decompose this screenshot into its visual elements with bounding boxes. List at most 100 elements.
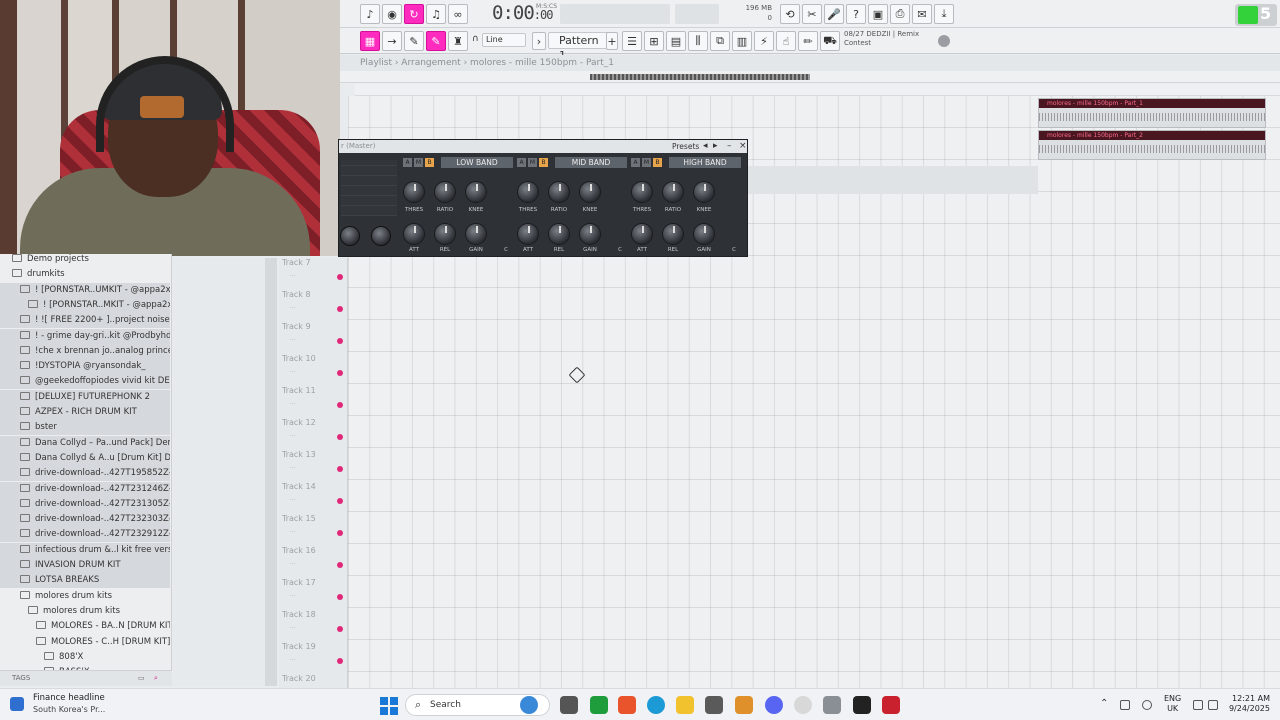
settings-icon[interactable] bbox=[823, 696, 841, 714]
close-icon[interactable]: × bbox=[739, 141, 747, 152]
wait-record-icon[interactable]: ◉ bbox=[382, 4, 402, 24]
browser-item[interactable]: @geekedoffopiodes vivid kit DEMO bbox=[0, 374, 170, 390]
band-mode-button[interactable]: B bbox=[539, 158, 548, 167]
input-knob[interactable] bbox=[340, 226, 360, 246]
windows-start-icon[interactable] bbox=[380, 697, 398, 715]
track-active-dot[interactable] bbox=[337, 594, 343, 600]
browser-item[interactable]: drive-download-..427T232303Z-001 bbox=[0, 512, 170, 528]
folder-icon[interactable]: ▭ bbox=[138, 671, 145, 686]
browser-item[interactable]: molores drum kits bbox=[0, 589, 170, 604]
presets-button[interactable]: Presets bbox=[672, 140, 699, 153]
mixer-icon[interactable]: ⫼ bbox=[688, 31, 708, 51]
browser-item[interactable]: ! [PORNSTAR..MKIT - @appa2x bbox=[0, 297, 170, 313]
band-knob[interactable] bbox=[403, 181, 425, 203]
browser-item[interactable]: Demo projects bbox=[0, 254, 170, 267]
browser-item[interactable]: drumkits bbox=[0, 267, 170, 282]
weather-news-icon[interactable] bbox=[10, 697, 24, 711]
plugin-icon[interactable]: ⚡ bbox=[754, 31, 774, 51]
track-header[interactable]: Track 13... bbox=[279, 444, 348, 476]
chrome-icon[interactable] bbox=[794, 696, 812, 714]
language-indicator[interactable]: ENG UK bbox=[1164, 694, 1181, 714]
search-icon[interactable]: ⌕ bbox=[154, 671, 158, 686]
cut-icon[interactable]: ✂ bbox=[802, 4, 822, 24]
pencil-icon[interactable]: ✏ bbox=[798, 31, 818, 51]
channel-rack-icon[interactable]: ⊞ bbox=[644, 31, 664, 51]
browser-item[interactable]: [DELUXE] FUTUREPHONK 2 bbox=[0, 389, 170, 405]
brave-icon[interactable] bbox=[618, 696, 636, 714]
track-header[interactable]: Track 11... bbox=[279, 380, 348, 412]
paint-tool-icon[interactable]: ✎ bbox=[426, 31, 446, 51]
edge-icon[interactable] bbox=[647, 696, 665, 714]
track-active-dot[interactable] bbox=[337, 626, 343, 632]
band-mode-button[interactable]: M bbox=[414, 158, 423, 167]
band-knob[interactable] bbox=[548, 181, 570, 203]
obs-icon[interactable] bbox=[853, 696, 871, 714]
volume-icon[interactable] bbox=[1208, 700, 1218, 710]
band-knob[interactable] bbox=[693, 223, 715, 245]
band-knob[interactable] bbox=[631, 181, 653, 203]
network-icon[interactable] bbox=[1120, 700, 1130, 710]
pattern-song-toggle[interactable]: ▦ bbox=[360, 31, 380, 51]
fl-logo-badge[interactable]: 5 bbox=[1235, 4, 1277, 26]
browser-item[interactable]: ! ![ FREE 2200+ ]..project noise)! ! bbox=[0, 313, 170, 329]
track-header[interactable]: Track 10... bbox=[279, 348, 348, 380]
tags-label[interactable]: TAGS bbox=[12, 674, 30, 682]
store-icon[interactable] bbox=[705, 696, 723, 714]
browser-item[interactable]: Dana Collyd & A..u [Drum Kit] Demo bbox=[0, 450, 170, 466]
track-header[interactable]: Track 14... bbox=[279, 476, 348, 508]
news-subtitle[interactable]: South Korea's Pr... bbox=[33, 705, 105, 714]
xbox-icon[interactable] bbox=[590, 696, 608, 714]
countdown-icon[interactable]: ↻ bbox=[404, 4, 424, 24]
arrow-right-icon[interactable]: → bbox=[382, 31, 402, 51]
prev-pattern-icon[interactable]: › bbox=[532, 32, 546, 50]
track-active-dot[interactable] bbox=[337, 370, 343, 376]
track-active-dot[interactable] bbox=[337, 434, 343, 440]
track-active-dot[interactable] bbox=[337, 306, 343, 312]
blend-notes-icon[interactable]: ♫ bbox=[426, 4, 446, 24]
browser-item[interactable]: infectious drum &..l kit free version bbox=[0, 542, 170, 558]
pattern-select[interactable]: Pattern 1 bbox=[548, 32, 610, 62]
timeline-ruler[interactable] bbox=[355, 84, 1280, 96]
playlist-overview-strip[interactable] bbox=[590, 74, 810, 80]
news-headline[interactable]: Finance headline bbox=[33, 693, 105, 703]
clipboard-icon[interactable]: ▥ bbox=[732, 31, 752, 51]
app-icon[interactable] bbox=[882, 696, 900, 714]
band-mode-button[interactable]: M bbox=[642, 158, 651, 167]
track-active-dot[interactable] bbox=[337, 498, 343, 504]
browser-item[interactable]: LOTSA BREAKS bbox=[0, 573, 170, 589]
band-mode-button[interactable]: M bbox=[528, 158, 537, 167]
track-header[interactable]: Track 19... bbox=[279, 636, 348, 668]
band-mode-button[interactable]: B bbox=[425, 158, 434, 167]
track-active-dot[interactable] bbox=[337, 274, 343, 280]
track-active-dot[interactable] bbox=[337, 530, 343, 536]
microphone-icon[interactable]: 🎤 bbox=[824, 4, 844, 24]
browser-item[interactable]: Dana Collyd – Pa..und Pack] Demo bbox=[0, 435, 170, 451]
add-pattern-icon[interactable]: + bbox=[606, 32, 618, 50]
browser-item[interactable]: drive-download-..427T232912Z-001 bbox=[0, 527, 170, 543]
band-knob[interactable] bbox=[548, 223, 570, 245]
cart-icon[interactable]: ⛟ bbox=[820, 31, 840, 51]
help-icon[interactable]: ? bbox=[846, 4, 866, 24]
band-knob[interactable] bbox=[579, 223, 601, 245]
band-flag[interactable]: C bbox=[499, 247, 513, 253]
snap-select[interactable]: Line bbox=[482, 33, 526, 47]
audio-clip[interactable]: molores - mille 150bpm - Part_1 bbox=[1038, 98, 1266, 128]
fl-studio-icon[interactable] bbox=[735, 696, 753, 714]
browser-item[interactable]: MOLORES - BA..N [DRUM KIT] bbox=[0, 619, 170, 634]
band-knob[interactable] bbox=[662, 223, 684, 245]
chevron-up-icon[interactable]: ⌃ bbox=[1100, 698, 1108, 709]
task-view-icon[interactable] bbox=[560, 696, 578, 714]
band-flag[interactable]: C bbox=[727, 247, 741, 253]
band-knob[interactable] bbox=[465, 181, 487, 203]
audio-clip[interactable]: molores - mille 150bpm - Part_2 bbox=[1038, 130, 1266, 160]
discord-icon[interactable] bbox=[765, 696, 783, 714]
band-knob[interactable] bbox=[434, 223, 456, 245]
band-knob[interactable] bbox=[465, 223, 487, 245]
band-knob[interactable] bbox=[631, 223, 653, 245]
minimize-icon[interactable]: – bbox=[727, 141, 732, 152]
browser-item[interactable]: 808'X bbox=[0, 650, 170, 665]
browser-item[interactable]: !che x brennan jo..analog princess) bbox=[0, 343, 170, 359]
browser-item[interactable]: molores drum kits bbox=[0, 604, 170, 619]
browser-item[interactable]: AZPEX - RICH DRUM KIT bbox=[0, 405, 170, 420]
browser-item[interactable]: !DYSTOPIA @ryansondak_ bbox=[0, 359, 170, 375]
